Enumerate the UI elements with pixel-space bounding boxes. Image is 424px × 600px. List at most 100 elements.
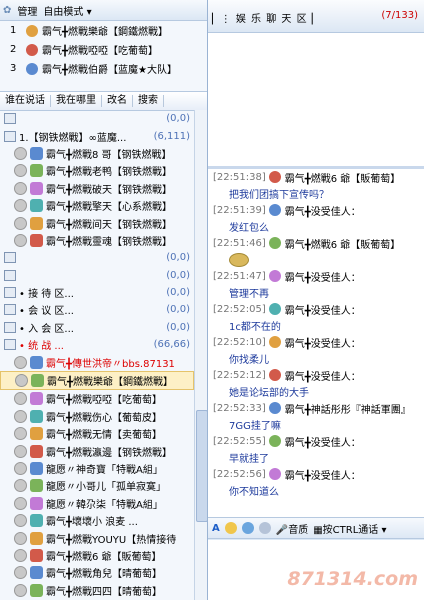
- manage-button[interactable]: 管理: [17, 3, 37, 18]
- member-row[interactable]: 霸气╋燃戰无情【卖葡萄】: [0, 425, 194, 442]
- rank-list: 1 霸气╋燃戰樂爺【鋼鐵燃戰】 2 霸气╋燃戰啞啞【吃葡萄】 3 霸气╋燃戰伯爵【蓝魔★大…: [0, 21, 207, 78]
- member-row[interactable]: 霸气╋燃戰间天【钢铁燃戰】: [0, 214, 194, 231]
- member-name: 霸气╋壞壞小 浪麦 ...: [46, 517, 138, 529]
- member-row[interactable]: 霸气╋壞壞小 浪麦 ...: [0, 512, 194, 529]
- voice-button[interactable]: 🎤音质: [276, 521, 308, 536]
- avatar-icon: [30, 479, 43, 493]
- status-icon: [14, 548, 27, 562]
- member-name: 霸气╋傳世洪帝〃bbs.87131: [46, 358, 175, 370]
- channel-row[interactable]: • 入 会 区... (0,0): [0, 319, 194, 336]
- member-row[interactable]: 霸气╋燃戰四四【晴葡萄】: [0, 582, 194, 599]
- channel-count: (0,0): [166, 304, 190, 316]
- channel-count: (0,0): [166, 287, 190, 299]
- member-row[interactable]: 霸气╋傳世洪帝〃bbs.87131: [0, 353, 194, 370]
- avatar-icon: [26, 62, 38, 75]
- chat-user[interactable]: 霸气╋燃戰6 爺【販葡萄】: [285, 236, 401, 251]
- status-icon: [14, 199, 27, 213]
- chat-header: [22:51:46] 霸气╋燃戰6 爺【販葡萄】: [213, 235, 424, 252]
- channel-tree[interactable]: (0,0) 1.【钢铁燃戰】∞蓝魔... (6,111) 霸气╋燃戰8 哥【钢铁燃戰】…: [0, 110, 194, 600]
- chat-user[interactable]: 霸气╋没受佳人：: [285, 203, 361, 218]
- tab-who-speaking[interactable]: 谁在说话: [0, 95, 51, 107]
- avatar-icon: [268, 435, 281, 448]
- tab-where-am-i[interactable]: 我在哪里: [51, 95, 102, 107]
- channel-row[interactable]: 1.【钢铁燃戰】∞蓝魔... (6,111): [0, 127, 194, 144]
- tab-search[interactable]: 搜索: [133, 95, 164, 107]
- member-name: 霸气╋燃戰擎天【心系燃戰】: [46, 202, 173, 214]
- member-row[interactable]: 霸气╋燃戰6 爺【販葡萄】: [0, 547, 194, 564]
- avatar-icon: [30, 462, 43, 475]
- rank-item[interactable]: 3 霸气╋燃戰伯爵【蓝魔★大队】: [0, 59, 207, 78]
- member-row[interactable]: 霸气╋燃戰老鸭【钢铁燃戰】: [0, 162, 194, 179]
- channel-icon: [4, 113, 16, 125]
- member-row[interactable]: 霸气╋燃戰瀛邊【钢铁燃戰】: [0, 442, 194, 459]
- member-row[interactable]: 龍愿〃神奇寶「特戰A組」: [0, 460, 194, 477]
- send-mode-button[interactable]: ▦按CTRL通话 ▾: [313, 521, 386, 536]
- avatar-icon: [268, 369, 281, 382]
- emoji-icon[interactable]: [224, 522, 237, 534]
- chat-user[interactable]: 霸气╋没受佳人：: [285, 368, 361, 383]
- member-row[interactable]: 霸气╋燃戰啞啞【吃葡萄】: [0, 390, 194, 407]
- member-row[interactable]: 霸气╋燃戰破天【钢铁燃戰】: [0, 180, 194, 197]
- chat-message: 管理不再: [229, 289, 269, 301]
- chat-user[interactable]: 霸气╋没受佳人：: [285, 434, 361, 449]
- room-header: ▏⋮ 娱 乐 聊 天 区 ▏ (7/133): [208, 0, 424, 33]
- member-name: 龍愿〃韓尕柒「特戰A組」: [46, 499, 163, 511]
- status-icon: [14, 355, 27, 369]
- voice-label: 音质: [288, 524, 309, 536]
- message-input[interactable]: 871314.com: [208, 540, 424, 600]
- tab-rename[interactable]: 改名: [102, 95, 133, 107]
- app-window: ✿ 管理 自由模式 ▾ 1 霸气╋燃戰樂爺【鋼鐵燃戰】 2 霸气╋燃戰啞啞【吃葡萄】 3…: [0, 0, 424, 600]
- image-icon[interactable]: [241, 522, 254, 534]
- tree-scrollbar[interactable]: [194, 110, 207, 600]
- member-row[interactable]: 霸气╋燃戰YOUYU【热情接待: [0, 529, 194, 546]
- chat-log[interactable]: [22:51:38] 霸气╋燃戰6 爺【販葡萄】 把我们团搞下宣传吗？ [22:51:…: [208, 169, 424, 517]
- chat-message: 你不知道么: [229, 487, 279, 499]
- member-row[interactable]: 霸气╋燃戰靈魂【钢铁燃戰】: [0, 232, 194, 249]
- chat-message: 你找柔儿: [229, 355, 269, 367]
- chat-user[interactable]: 霸气╋没受佳人：: [285, 467, 361, 482]
- member-name: 霸气╋燃戰瀛邊【钢铁燃戰】: [46, 447, 173, 459]
- channel-row[interactable]: (0,0): [0, 267, 194, 284]
- chat-user[interactable]: 霸气╋没受佳人：: [285, 269, 361, 284]
- channel-row[interactable]: • 会 议 区... (0,0): [0, 301, 194, 318]
- rank-number: 2: [10, 44, 17, 55]
- rank-item[interactable]: 1 霸气╋燃戰樂爺【鋼鐵燃戰】: [0, 21, 207, 40]
- watermark: 871314.com: [287, 568, 418, 590]
- right-panel: ▏⋮ 娱 乐 聊 天 区 ▏ (7/133) [22:51:38] 霸气╋燃戰6 …: [208, 0, 424, 600]
- member-name: 霸气╋燃戰6 爺【販葡萄】: [46, 551, 162, 563]
- avatar-icon: [30, 409, 43, 423]
- member-row[interactable]: 霸气╋燃戰伤心【葡萄皮】: [0, 408, 194, 425]
- channel-row[interactable]: (0,0): [0, 249, 194, 266]
- member-row[interactable]: 霸气╋燃戰樂爺【鋼鐵燃戰】: [0, 370, 194, 391]
- scroll-thumb[interactable]: [196, 410, 207, 522]
- channel-icon: [4, 269, 16, 281]
- rank-item[interactable]: 2 霸气╋燃戰啞啞【吃葡萄】: [0, 40, 207, 59]
- font-icon[interactable]: A: [212, 523, 220, 534]
- avatar-icon: [30, 566, 43, 580]
- avatar-icon: [30, 164, 43, 178]
- member-row[interactable]: 霸气╋燃戰8 哥【钢铁燃戰】: [0, 145, 194, 162]
- clear-icon[interactable]: [258, 522, 271, 534]
- status-icon: [14, 444, 27, 458]
- member-row[interactable]: 龍愿〃韓尕柒「特戰A組」: [0, 495, 194, 512]
- chat-user[interactable]: 霸气╋燃戰6 爺【販葡萄】: [285, 170, 401, 185]
- channel-count: (0,0): [166, 252, 190, 264]
- member-row[interactable]: 霸气╋燃戰擎天【心系燃戰】: [0, 197, 194, 214]
- mode-dropdown[interactable]: 自由模式 ▾: [43, 3, 91, 18]
- channel-row[interactable]: • 统 战 ... (66,66): [0, 336, 194, 353]
- member-row[interactable]: 龍愿〃小哥儿「孤单寂寞」: [0, 477, 194, 494]
- channel-row[interactable]: • 接 待 区... (0,0): [0, 284, 194, 301]
- status-icon: [14, 233, 27, 247]
- chat-user[interactable]: 霸气╋神話彤彤『神話軍團』: [285, 401, 411, 416]
- avatar-icon: [30, 514, 43, 528]
- gear-icon[interactable]: ✿: [3, 5, 11, 16]
- avatar-icon: [30, 531, 43, 545]
- mode-label: 自由模式: [43, 6, 84, 18]
- chat-header: [22:51:39] 霸气╋没受佳人：: [213, 202, 424, 219]
- member-row[interactable]: 霸气╋燃戰角兒【晴葡萄】: [0, 564, 194, 581]
- channel-name: • 入 会 区...: [19, 323, 74, 335]
- chat-user[interactable]: 霸气╋没受佳人：: [285, 302, 361, 317]
- channel-row[interactable]: (0,0): [0, 110, 194, 127]
- left-header: ✿ 管理 自由模式 ▾: [0, 0, 207, 21]
- chat-user[interactable]: 霸气╋没受佳人：: [285, 335, 361, 350]
